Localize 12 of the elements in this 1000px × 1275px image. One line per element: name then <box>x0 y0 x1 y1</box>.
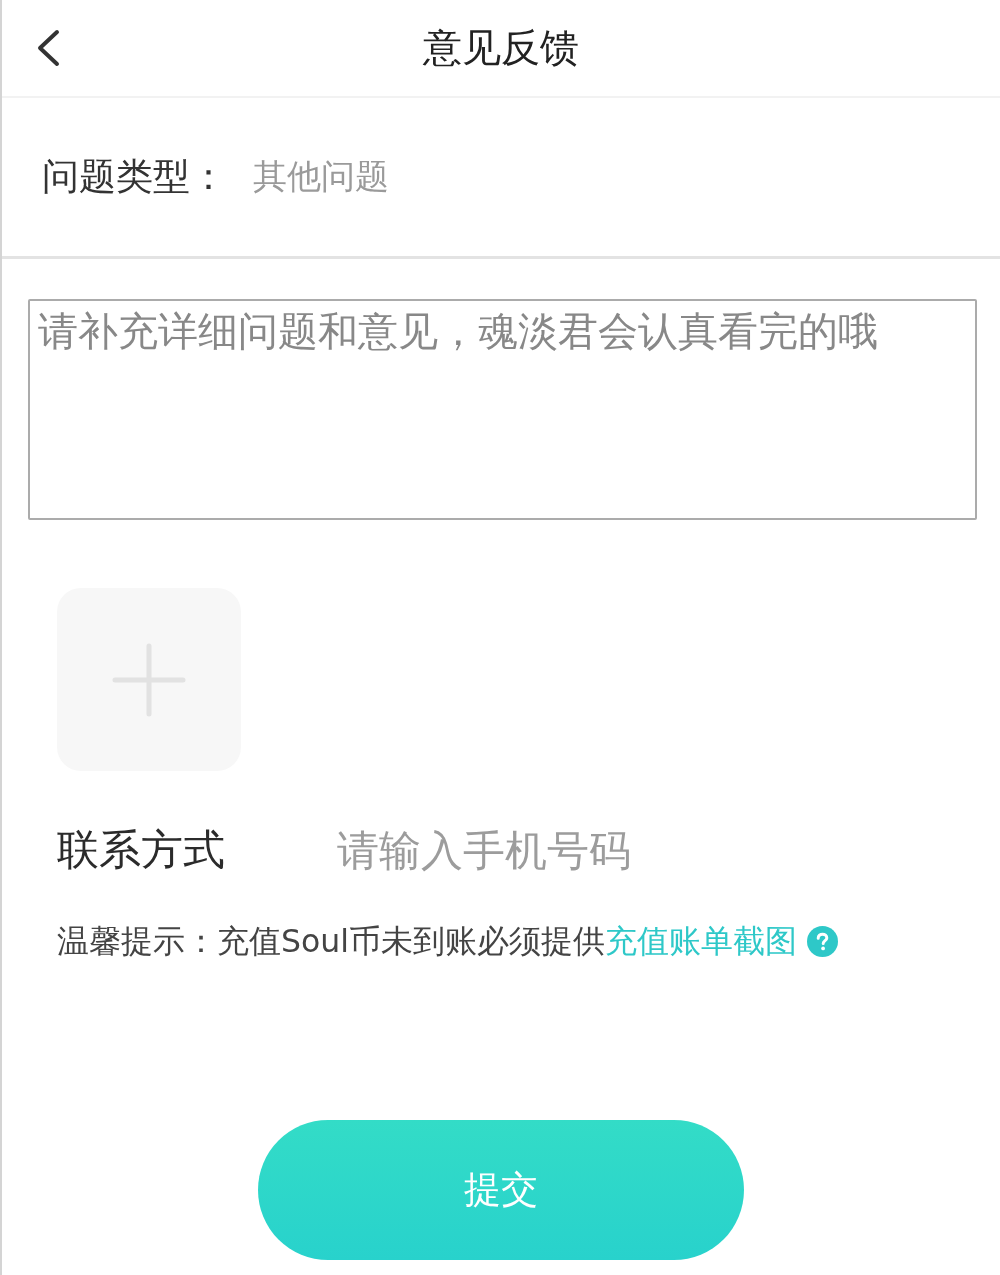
feedback-textarea[interactable]: 请补充详细问题和意见，魂淡君会认真看完的哦 <box>28 299 977 520</box>
help-icon[interactable] <box>807 925 838 957</box>
back-icon <box>36 29 60 67</box>
recharge-bill-link[interactable]: 充值账单截图 <box>605 923 797 959</box>
issue-type-value[interactable]: 其他问题 <box>253 154 389 200</box>
add-photo-button[interactable] <box>57 588 241 771</box>
contact-label: 联系方式 <box>57 824 226 876</box>
phone-input[interactable]: 请输入手机号码 <box>337 823 937 877</box>
issue-type-label: 问题类型： <box>42 154 227 200</box>
page-title: 意见反馈 <box>422 24 580 72</box>
submit-button[interactable]: 提交 <box>258 1119 744 1260</box>
recharge-notice: 温馨提示：充值Soul币未到账必须提供充值账单截图 <box>57 922 797 961</box>
